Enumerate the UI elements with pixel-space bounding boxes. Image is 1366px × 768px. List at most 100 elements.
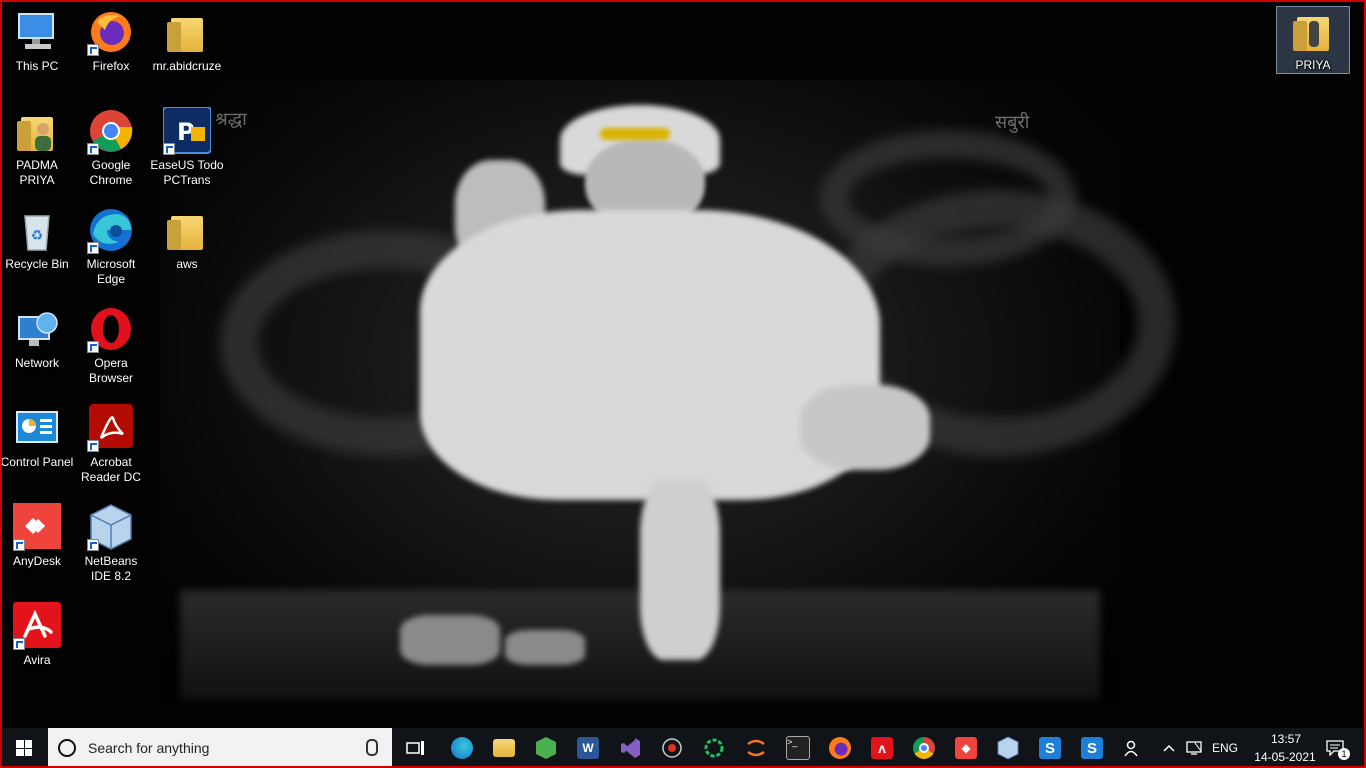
taskbar-s-app-2[interactable]: S bbox=[1072, 728, 1112, 768]
desktop-icon-opera[interactable]: Opera Browser bbox=[74, 305, 148, 386]
action-center-button[interactable]: 1 bbox=[1318, 728, 1352, 768]
desktop-icon-mr-abidcruze[interactable]: mr.abidcruze bbox=[150, 8, 224, 74]
search-box[interactable]: Search for anything bbox=[48, 728, 392, 768]
taskbar: Search for anything W >_ ᴧ ◆ S S ENG 13:… bbox=[0, 728, 1366, 768]
desktop-icon-control-panel[interactable]: Control Panel bbox=[0, 404, 74, 470]
desktop-icon-google-chrome[interactable]: Google Chrome bbox=[74, 107, 148, 188]
desktop-icon-firefox[interactable]: Firefox bbox=[74, 8, 148, 74]
clock-time[interactable]: 13:57 bbox=[1264, 732, 1308, 746]
taskbar-avira[interactable]: ᴧ bbox=[862, 728, 902, 768]
task-view-button[interactable] bbox=[396, 728, 436, 768]
desktop-icon-acrobat-reader[interactable]: Acrobat Reader DC bbox=[74, 404, 148, 485]
desktop-icon-anydesk[interactable]: AnyDesk bbox=[0, 503, 74, 569]
opera-icon bbox=[87, 305, 135, 353]
desktop-icon-label: Control Panel bbox=[0, 455, 74, 469]
people-icon bbox=[1124, 740, 1138, 757]
taskbar-spider-app[interactable] bbox=[652, 728, 692, 768]
edge-icon bbox=[87, 206, 135, 254]
avira-icon bbox=[13, 602, 61, 650]
desktop-icon-label: PRIYA bbox=[1295, 58, 1331, 72]
desktop-icon-label: EaseUS Todo PCTrans bbox=[150, 158, 224, 187]
network-tray-button[interactable] bbox=[1182, 728, 1208, 768]
shortcut-arrow-icon bbox=[87, 440, 99, 452]
user-folder-icon bbox=[13, 107, 61, 155]
desktop-icon-label: AnyDesk bbox=[12, 554, 62, 568]
chrome-icon bbox=[913, 737, 935, 759]
shortcut-arrow-icon bbox=[87, 341, 99, 353]
clock-date[interactable]: 14-05-2021 bbox=[1250, 750, 1320, 764]
taskbar-netbeans[interactable] bbox=[988, 728, 1028, 768]
microphone-icon[interactable] bbox=[366, 739, 378, 756]
wallpaper-sandal bbox=[505, 630, 585, 665]
start-button[interactable] bbox=[4, 728, 44, 768]
desktop-icon-this-pc[interactable]: This PC bbox=[0, 8, 74, 74]
notification-count-badge: 1 bbox=[1338, 748, 1350, 760]
netbeans-icon bbox=[997, 736, 1019, 760]
shortcut-arrow-icon bbox=[13, 638, 25, 650]
desktop-icon-label: Network bbox=[14, 356, 59, 370]
desktop-icon-network[interactable]: Network bbox=[0, 305, 74, 371]
word-icon: W bbox=[577, 737, 599, 759]
desktop-icon-aws[interactable]: aws bbox=[150, 206, 224, 272]
taskbar-terminal[interactable]: >_ bbox=[778, 728, 818, 768]
network-icon bbox=[13, 305, 61, 353]
cube-app-icon bbox=[536, 737, 556, 759]
folder-icon bbox=[163, 8, 211, 56]
wallpaper-leg bbox=[640, 480, 720, 660]
file-explorer-icon bbox=[493, 739, 515, 757]
desktop-icon-label: aws bbox=[176, 257, 198, 271]
desktop-icon-label: PADMA PRIYA bbox=[16, 158, 58, 187]
taskbar-file-explorer[interactable] bbox=[484, 728, 524, 768]
taskbar-s-app[interactable]: S bbox=[1030, 728, 1070, 768]
desktop-icon-avira[interactable]: Avira bbox=[0, 602, 74, 668]
recycle-bin-icon: ♻ bbox=[13, 206, 61, 254]
desktop-icon-label: Google Chrome bbox=[89, 158, 133, 187]
edge-icon bbox=[451, 737, 473, 759]
anydesk-icon bbox=[13, 503, 61, 551]
desktop-icon-priya[interactable]: PRIYA bbox=[1276, 6, 1350, 74]
acrobat-icon bbox=[87, 404, 135, 452]
desktop-icon-label: mr.abidcruze bbox=[152, 59, 222, 73]
taskbar-anydesk[interactable]: ◆ bbox=[946, 728, 986, 768]
anydesk-icon: ◆ bbox=[955, 737, 977, 759]
desktop-icon-netbeans[interactable]: NetBeans IDE 8.2 bbox=[74, 503, 148, 584]
task-view-icon bbox=[406, 741, 424, 755]
wallpaper-tilak bbox=[600, 128, 670, 140]
this-pc-icon bbox=[13, 8, 61, 56]
shortcut-arrow-icon bbox=[87, 539, 99, 551]
chrome-icon bbox=[87, 107, 135, 155]
desktop-icon-padma-priya[interactable]: PADMA PRIYA bbox=[0, 107, 74, 188]
desktop-icon-label: Opera Browser bbox=[88, 356, 133, 385]
taskbar-cube-app[interactable] bbox=[526, 728, 566, 768]
s-app-icon-2: S bbox=[1081, 737, 1103, 759]
wallpaper-sandal bbox=[400, 615, 500, 665]
desktop-icon-microsoft-edge[interactable]: Microsoft Edge bbox=[74, 206, 148, 287]
desktop-icon-label: Avira bbox=[23, 653, 51, 667]
firefox-icon bbox=[87, 8, 135, 56]
visual-studio-icon bbox=[621, 738, 640, 758]
desktop-icon-label: Acrobat Reader DC bbox=[80, 455, 142, 484]
taskbar-green-ring-app[interactable] bbox=[694, 728, 734, 768]
taskbar-visual-studio[interactable] bbox=[610, 728, 650, 768]
desktop-icon-easeus-todo-pctrans[interactable]: P EaseUS Todo PCTrans bbox=[150, 106, 224, 188]
wallpaper-script: सबुरी bbox=[995, 112, 1030, 133]
firefox-icon bbox=[829, 737, 851, 759]
green-ring-icon bbox=[704, 738, 724, 758]
s-app-icon: S bbox=[1039, 737, 1061, 759]
folder-icon bbox=[1289, 7, 1337, 55]
language-indicator[interactable]: ENG bbox=[1212, 741, 1238, 755]
taskbar-edge[interactable] bbox=[442, 728, 482, 768]
taskbar-chrome[interactable] bbox=[904, 728, 944, 768]
show-hidden-icons-button[interactable] bbox=[1156, 728, 1182, 768]
people-button[interactable] bbox=[1118, 728, 1148, 768]
desktop-icon-label: Microsoft Edge bbox=[86, 257, 136, 286]
taskbar-jupyter[interactable] bbox=[736, 728, 776, 768]
wallpaper-hand bbox=[800, 385, 930, 470]
notification-icon: 1 bbox=[1326, 740, 1350, 760]
desktop-icon-label: Recycle Bin bbox=[5, 257, 69, 271]
desktop-icon-recycle-bin[interactable]: ♻ Recycle Bin bbox=[0, 206, 74, 272]
taskbar-word[interactable]: W bbox=[568, 728, 608, 768]
desktop-icon-label: This PC bbox=[15, 59, 59, 73]
taskbar-firefox[interactable] bbox=[820, 728, 860, 768]
shortcut-arrow-icon bbox=[87, 143, 99, 155]
